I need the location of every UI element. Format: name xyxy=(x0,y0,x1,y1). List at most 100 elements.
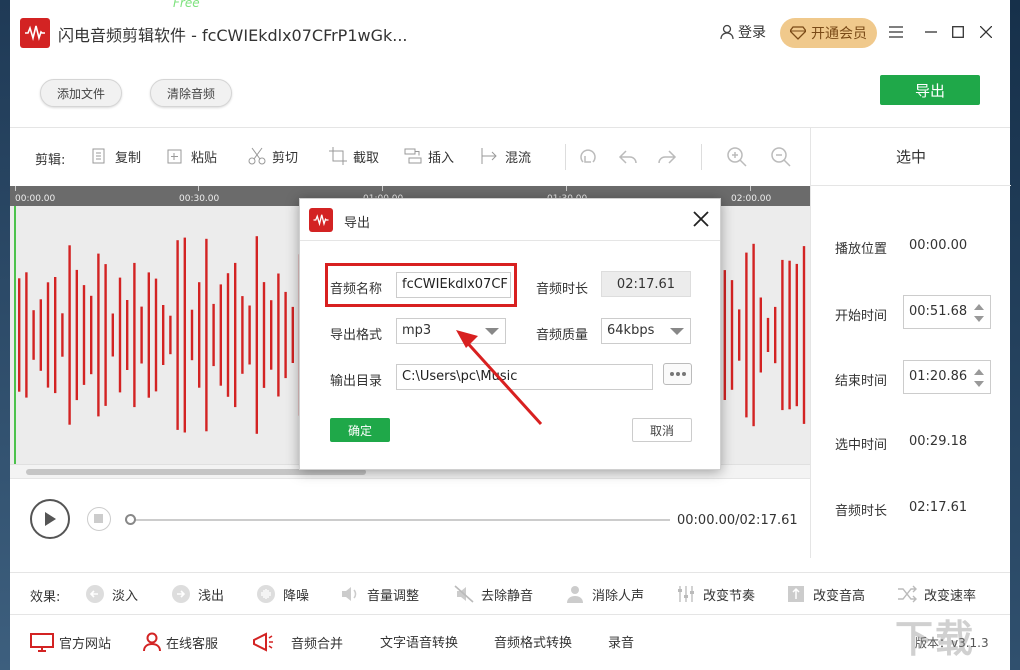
cut-icon xyxy=(248,147,266,165)
volume-button[interactable]: 音量调整 xyxy=(339,584,419,604)
official-site-link[interactable]: 官方网站 xyxy=(30,632,111,652)
minimize-icon[interactable] xyxy=(921,22,941,42)
fade-out-label: 浅出 xyxy=(198,588,225,604)
ruler-tick xyxy=(750,186,751,191)
waveform-bar xyxy=(270,300,273,370)
playback-progress[interactable] xyxy=(125,514,670,525)
end-time-stepper[interactable]: 01:20.86 xyxy=(903,360,991,394)
end-time-value: 01:20.86 xyxy=(909,369,968,384)
crop-button[interactable]: 截取 xyxy=(328,146,379,166)
main-toolbar: 添加文件 清除音频 导出 xyxy=(10,64,1010,128)
waveform-bar xyxy=(284,291,287,379)
vocal-remove-icon xyxy=(567,586,583,603)
add-file-button[interactable]: 添加文件 xyxy=(40,79,123,107)
waveform-bar xyxy=(104,264,107,406)
edit-label: 剪辑: xyxy=(35,153,66,168)
maximize-icon[interactable] xyxy=(948,22,968,42)
undo-icon[interactable] xyxy=(617,146,639,168)
audio-duration-label: 音频时长 xyxy=(536,282,589,297)
record-link[interactable]: 录音 xyxy=(608,632,634,651)
waveform-bar xyxy=(234,262,237,408)
diamond-icon xyxy=(790,26,806,40)
remove-silence-label: 去除静音 xyxy=(481,588,534,604)
confirm-button[interactable]: 确定 xyxy=(330,418,390,442)
close-icon[interactable] xyxy=(691,209,711,229)
zoom-out-icon[interactable] xyxy=(770,146,792,168)
waveform-bar xyxy=(54,277,57,394)
browse-button[interactable] xyxy=(663,363,692,385)
loop-icon[interactable] xyxy=(577,146,599,168)
audio-merge-link[interactable]: 音频合并 xyxy=(252,632,343,652)
fade-in-button[interactable]: 淡入 xyxy=(84,584,138,604)
waveform-bar xyxy=(277,273,280,397)
mix-button[interactable]: 混流 xyxy=(480,146,531,166)
waveform-bar xyxy=(82,285,86,385)
play-position-label: 播放位置 xyxy=(835,242,888,257)
stop-button[interactable] xyxy=(87,507,111,531)
selection-header: 选中 xyxy=(811,128,1011,186)
app-window: Free 闪电音频剪辑软件 - fcCWIEkdlx07CFrP1wGk... … xyxy=(10,0,1011,670)
vip-label: 开通会员 xyxy=(811,26,867,42)
highlight-box xyxy=(325,263,517,307)
export-button[interactable]: 导出 xyxy=(880,75,980,105)
monitor-icon xyxy=(30,633,54,652)
copy-button[interactable]: 复制 xyxy=(90,146,141,166)
text-to-speech-link[interactable]: 文字语音转换 xyxy=(380,632,458,651)
change-tempo-label: 改变节奏 xyxy=(703,588,756,604)
fade-out-button[interactable]: 浅出 xyxy=(170,584,224,604)
denoise-button[interactable]: 降噪 xyxy=(255,584,309,604)
increment-icon[interactable] xyxy=(974,304,984,310)
decrement-icon[interactable] xyxy=(974,381,984,387)
play-button[interactable] xyxy=(30,499,70,539)
time-readout: 00:00.00/02:17.61 xyxy=(677,513,798,528)
waveform-bar xyxy=(248,305,251,365)
online-support-link[interactable]: 在线客服 xyxy=(143,632,218,652)
output-dir-input[interactable]: C:\Users\pc\Music xyxy=(396,364,653,390)
waveform-bar xyxy=(46,282,50,388)
remove-vocal-button[interactable]: 消除人声 xyxy=(564,584,644,604)
titlebar: Free 闪电音频剪辑软件 - fcCWIEkdlx07CFrP1wGk... … xyxy=(10,0,1010,64)
decrement-icon[interactable] xyxy=(974,316,984,322)
paste-button[interactable]: 粘贴 xyxy=(166,146,217,166)
close-icon[interactable] xyxy=(976,22,996,42)
menu-icon[interactable] xyxy=(886,22,906,42)
zoom-in-icon[interactable] xyxy=(726,146,748,168)
waveform-bar xyxy=(183,237,186,433)
remove-silence-button[interactable]: 去除静音 xyxy=(453,584,533,604)
waveform-bar xyxy=(291,306,294,363)
waveform-bar xyxy=(90,295,93,375)
app-logo-icon xyxy=(309,208,333,232)
format-convert-label: 音频格式转换 xyxy=(494,636,573,651)
edit-toolbar: 剪辑: 复制 粘贴 剪切 截取 插入 混流 xyxy=(10,128,810,186)
crop-label: 截取 xyxy=(353,150,380,166)
chevron-down-icon xyxy=(485,328,499,335)
copy-label: 复制 xyxy=(115,150,142,166)
toolbar-divider xyxy=(565,144,566,170)
chevron-down-icon xyxy=(670,328,684,335)
start-time-stepper[interactable]: 00:51.68 xyxy=(903,295,991,329)
format-convert-link[interactable]: 音频格式转换 xyxy=(494,632,572,651)
official-site-label: 官方网站 xyxy=(59,636,112,652)
change-speed-label: 改变速率 xyxy=(924,588,977,604)
increment-icon[interactable] xyxy=(974,369,984,375)
remove-vocal-label: 消除人声 xyxy=(592,588,645,604)
audio-quality-select[interactable]: 64kbps xyxy=(601,318,691,344)
progress-knob[interactable] xyxy=(125,514,136,525)
selection-panel: 选中 播放位置 00:00.00 开始时间 00:51.68 结束时间 01:2… xyxy=(810,128,1011,558)
login-button[interactable]: 登录 xyxy=(720,22,766,42)
dialog-header: 导出 xyxy=(300,199,720,241)
clear-audio-button[interactable]: 清除音频 xyxy=(150,79,233,107)
cancel-button[interactable]: 取消 xyxy=(632,418,692,442)
export-format-select[interactable]: mp3 xyxy=(396,318,506,344)
selected-time-value: 00:29.18 xyxy=(909,434,968,449)
insert-button[interactable]: 插入 xyxy=(403,146,454,166)
redo-icon[interactable] xyxy=(656,146,678,168)
change-pitch-button[interactable]: 改变音高 xyxy=(785,584,865,604)
change-speed-button[interactable]: 改变速率 xyxy=(896,584,976,604)
play-position-value: 00:00.00 xyxy=(909,238,968,253)
cut-button[interactable]: 剪切 xyxy=(247,146,298,166)
change-tempo-button[interactable]: 改变节奏 xyxy=(675,584,755,604)
waveform-bar xyxy=(752,243,755,427)
vip-button[interactable]: 开通会员 xyxy=(780,18,877,48)
waveform-bar xyxy=(133,262,136,408)
